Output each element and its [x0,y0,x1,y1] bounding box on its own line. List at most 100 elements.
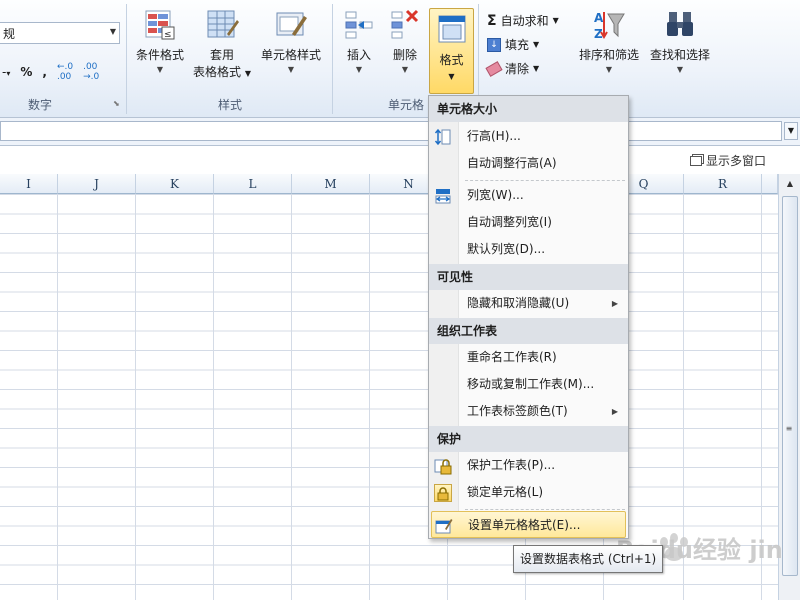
move-copy-sheet-item[interactable]: 移动或复制工作表(M)... [429,371,628,398]
dialog-launcher-icon[interactable]: ⬊ [113,99,120,108]
tab-color-item[interactable]: 工作表标签颜色(T) ▶ [429,398,628,425]
format-cells-item[interactable]: 设置单元格格式(E)... [431,511,626,538]
autofit-row-height-label: 自动调整行高(A) [467,156,557,170]
menu-section-header: 可见性 [429,264,628,290]
format-as-table-button[interactable]: 套用 表格格式 ▼ [190,8,254,80]
chevron-down-icon: ▼ [355,65,363,74]
percent-style-button[interactable]: % [20,65,32,79]
svg-text:A: A [594,11,604,25]
chevron-down-icon: ▼ [552,16,559,25]
formula-bar: ▼ [0,118,800,146]
insert-button[interactable]: 插入 ▼ [338,8,380,74]
window-strip: 显示多窗口 [0,146,800,174]
grid-line [291,194,292,600]
cell-styles-icon [276,12,307,36]
expand-formula-bar-button[interactable]: ▼ [784,122,798,140]
menu-section-header: 单元格大小 [429,96,628,122]
chevron-down-icon: ▼ [533,40,540,49]
insert-label: 插入 [346,48,371,62]
find-select-button[interactable]: 查找和选择 ▼ [645,8,715,74]
move-copy-sheet-label: 移动或复制工作表(M)... [467,377,595,391]
default-width-label: 默认列宽(D)... [467,242,546,256]
chevron-down-icon: ▼ [156,65,164,74]
clear-button[interactable]: 清除 ▼ [485,60,539,77]
number-format-combo[interactable]: 规 ▼ [0,22,120,44]
fill-button[interactable]: ↓ 填充 ▼ [487,36,539,53]
row-height-icon [434,128,452,146]
decrease-decimal-button[interactable]: .00 →.0 [83,62,99,82]
cell-styles-label: 单元格样式 [260,48,321,62]
formula-input[interactable] [0,121,782,141]
format-cells-label: 设置单元格格式(E)... [468,518,581,532]
default-width-item[interactable]: 默认列宽(D)... [429,236,628,263]
tab-color-label: 工作表标签颜色(T) [467,404,568,418]
menu-section-header: 组织工作表 [429,318,628,344]
binoculars-icon [667,12,693,36]
chevron-down-icon: ▼ [287,65,295,74]
scrollbar-thumb[interactable] [782,196,798,576]
format-label: 格式 [439,53,464,67]
table-format-label-2: 表格格式 ▼ [193,65,251,79]
rename-sheet-item[interactable]: 重命名工作表(R) [429,344,628,371]
show-multiple-windows-button[interactable]: 显示多窗口 [690,152,766,169]
lock-icon [434,484,452,502]
fill-down-icon: ↓ [487,37,501,52]
row-height-item[interactable]: 行高(H)... [429,123,628,150]
menu-separator [465,509,625,510]
protect-sheet-item[interactable]: 保护工作表(P)... [429,452,628,479]
group-separator [126,4,127,114]
column-header[interactable]: J [58,174,136,194]
menu-section-header: 保护 [429,426,628,452]
column-header[interactable] [762,174,778,194]
insert-cells-icon [345,11,373,39]
eraser-icon [485,60,503,77]
column-header[interactable]: L [214,174,292,194]
column-header[interactable]: R [684,174,762,194]
format-dropdown-menu: 单元格大小 行高(H)... 自动调整行高(A) 列宽(W)... 自动调整列宽… [428,95,629,539]
conditional-format-icon: ≤ [145,10,175,40]
autosum-button[interactable]: Σ 自动求和 ▼ [487,12,559,29]
grip-icon: ≡ [785,424,793,433]
number-buttons-row: -▾ % , ←.0.00 .00 →.0 [2,62,99,82]
autofit-row-height-item[interactable]: 自动调整行高(A) [429,150,628,177]
scroll-up-icon[interactable]: ▲ [782,176,798,192]
number-format-value: 规 [3,27,16,41]
multi-window-label: 显示多窗口 [706,154,767,168]
format-cells-icon [435,517,453,535]
styles-group-label: 样式 [217,98,242,112]
protect-sheet-icon [434,457,452,475]
submenu-arrow-icon: ▶ [611,299,618,308]
grid-line [213,194,214,600]
format-button[interactable]: 格式 ▼ [429,8,474,94]
column-header[interactable]: M [292,174,370,194]
lock-cell-label: 锁定单元格(L) [467,485,544,499]
clear-label: 清除 [505,62,530,76]
autofit-column-width-label: 自动调整列宽(I) [467,215,552,229]
hide-unhide-item[interactable]: 隐藏和取消隐藏(U) ▶ [429,290,628,317]
sort-filter-icon: A Z [594,11,625,41]
sigma-icon: Σ [487,12,497,29]
chevron-down-icon[interactable]: ▼ [110,27,116,36]
hide-unhide-label: 隐藏和取消隐藏(U) [467,296,570,310]
column-header[interactable]: K [136,174,214,194]
protect-sheet-label: 保护工作表(P)... [467,458,556,472]
rename-sheet-label: 重命名工作表(R) [467,350,557,364]
lock-cell-item[interactable]: 锁定单元格(L) [429,479,628,506]
comma-style-button[interactable]: , [42,65,47,79]
chevron-down-icon: ▼ [676,65,684,74]
sort-filter-button[interactable]: A Z 排序和筛选 ▼ [575,8,643,74]
conditional-format-button[interactable]: ≤ 条件格式 ▼ [130,8,190,74]
column-header[interactable]: I [0,174,58,194]
chevron-down-icon: ▼ [605,65,613,74]
column-width-item[interactable]: 列宽(W)... [429,182,628,209]
ribbon: 规 ▼ -▾ % , ←.0.00 .00 →.0 数字 ⬊ ≤ 条件格式 ▼ 套… [0,0,800,118]
column-width-label: 列宽(W)... [467,188,524,202]
accounting-format-button[interactable]: -▾ [2,65,10,79]
cell-styles-button[interactable]: 单元格样式 ▼ [256,8,326,74]
menu-separator [465,180,625,181]
autofit-column-width-item[interactable]: 自动调整列宽(I) [429,209,628,236]
fill-label: 填充 [505,38,530,52]
delete-button[interactable]: 删除 ▼ [384,8,426,74]
column-width-icon [434,187,452,205]
increase-decimal-button[interactable]: ←.0.00 [57,62,73,82]
